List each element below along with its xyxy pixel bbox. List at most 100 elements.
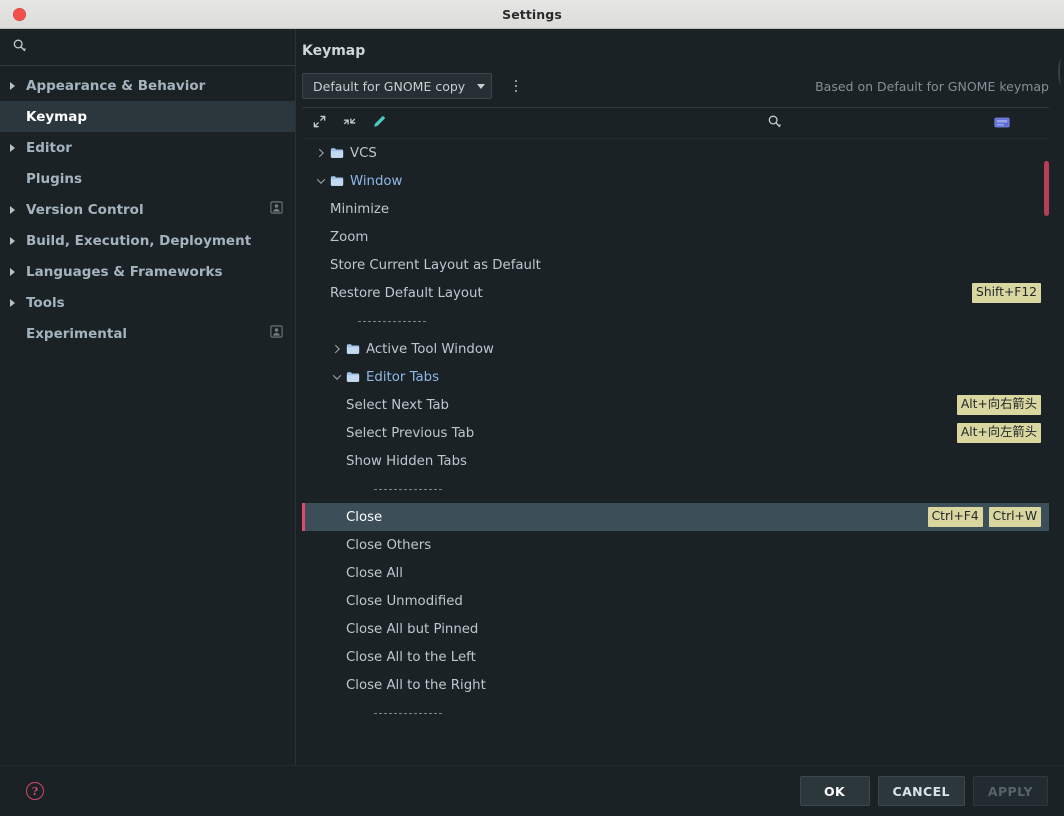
tree-row-close-all-to-the-right[interactable]: Close All to the Right bbox=[302, 671, 1049, 699]
chevron-right-icon[interactable] bbox=[10, 298, 26, 307]
shortcut-badge[interactable]: Alt+向右箭头 bbox=[956, 395, 1041, 415]
tree-row-close-unmodified[interactable]: Close Unmodified bbox=[302, 587, 1049, 615]
help-icon[interactable]: ? bbox=[26, 782, 44, 800]
separator-line bbox=[374, 712, 442, 714]
tree-row-close-all-to-the-left[interactable]: Close All to the Left bbox=[302, 643, 1049, 671]
sidebar-item-label: Plugins bbox=[26, 170, 83, 187]
chevron-right-icon[interactable] bbox=[10, 267, 26, 276]
sidebar-item-plugins[interactable]: Plugins bbox=[0, 163, 295, 194]
sidebar-item-tools[interactable]: Tools bbox=[0, 287, 295, 318]
tree-row-minimize[interactable]: Minimize bbox=[302, 195, 1049, 223]
sidebar-item-experimental[interactable]: Experimental bbox=[0, 318, 295, 349]
chevron-down-icon[interactable] bbox=[330, 371, 344, 380]
chevron-right-icon[interactable] bbox=[330, 344, 344, 354]
chevron-glyph bbox=[315, 148, 324, 158]
keyboard-icon bbox=[994, 114, 1010, 133]
page-title: Keymap bbox=[302, 43, 366, 59]
tree-row-window[interactable]: Window bbox=[302, 167, 1049, 195]
shortcut-badge[interactable]: Ctrl+W bbox=[988, 507, 1041, 527]
shortcut-list: Alt+向左箭头 bbox=[956, 423, 1041, 443]
sidebar-search-row[interactable] bbox=[0, 29, 295, 66]
tree-row-vcs[interactable]: VCS bbox=[302, 139, 1049, 167]
tree-row-store-current-layout-as-default[interactable]: Store Current Layout as Default bbox=[302, 251, 1049, 279]
dialog-body: Appearance & Behavior Keymap Editor Plugins… bbox=[0, 29, 1064, 765]
tree-row-select-previous-tab[interactable]: Select Previous Tab Alt+向左箭头 bbox=[302, 419, 1049, 447]
sidebar-item-keymap[interactable]: Keymap bbox=[0, 101, 295, 132]
chevron-right-icon[interactable] bbox=[10, 205, 26, 214]
tree-action-label: Zoom bbox=[330, 229, 369, 245]
tree-row-editor-tabs[interactable]: Editor Tabs bbox=[302, 363, 1049, 391]
keymap-search-button[interactable] bbox=[761, 110, 787, 136]
tree-row-show-hidden-tabs[interactable]: Show Hidden Tabs bbox=[302, 447, 1049, 475]
triangle-glyph bbox=[10, 81, 15, 90]
tree-row-close[interactable]: Close Ctrl+F4 Ctrl+W bbox=[302, 503, 1049, 531]
triangle-glyph bbox=[10, 298, 15, 307]
find-by-shortcut-button[interactable] bbox=[989, 110, 1015, 136]
tree-row-select-next-tab[interactable]: Select Next Tab Alt+向右箭头 bbox=[302, 391, 1049, 419]
sidebar-item-label: Keymap bbox=[26, 108, 88, 125]
tree-action-label: Close All to the Left bbox=[346, 649, 476, 665]
tree-separator bbox=[302, 699, 1049, 727]
tree-row-zoom[interactable]: Zoom bbox=[302, 223, 1049, 251]
ok-button[interactable]: OK bbox=[799, 776, 870, 806]
shortcut-list: Alt+向右箭头 bbox=[956, 395, 1041, 415]
account-icon bbox=[270, 201, 283, 218]
search-icon bbox=[12, 38, 27, 57]
tree-row-restore-default-layout[interactable]: Restore Default Layout Shift+F12 bbox=[302, 279, 1049, 307]
tree-action-label: Store Current Layout as Default bbox=[330, 257, 541, 273]
shortcut-badge[interactable]: Ctrl+F4 bbox=[927, 507, 983, 527]
account-icon bbox=[270, 325, 283, 342]
sidebar-item-appearance-behavior[interactable]: Appearance & Behavior bbox=[0, 70, 295, 101]
apply-button: APPLY bbox=[972, 776, 1048, 806]
search-input[interactable] bbox=[35, 39, 285, 55]
folder-icon bbox=[346, 343, 360, 355]
chevron-down-icon[interactable] bbox=[314, 175, 328, 184]
dialog-footer: ? OK CANCEL APPLY bbox=[0, 765, 1064, 816]
tree-folder-label: Window bbox=[350, 173, 403, 189]
sidebar-item-label: Version Control bbox=[26, 201, 144, 218]
folder-icon bbox=[346, 371, 360, 383]
cancel-button[interactable]: CANCEL bbox=[877, 776, 965, 806]
chevron-down-icon bbox=[477, 83, 485, 89]
collapse-all-button[interactable] bbox=[336, 110, 362, 136]
titlebar: Settings bbox=[0, 0, 1064, 29]
sidebar-item-editor[interactable]: Editor bbox=[0, 132, 295, 163]
keymap-tree[interactable]: VCS Window Minimize Zoom Store Current Layou… bbox=[302, 139, 1049, 765]
keymap-select[interactable]: Default for GNOME copy bbox=[302, 73, 492, 99]
tree-action-label: Select Next Tab bbox=[346, 397, 449, 413]
sidebar-item-languages-frameworks[interactable]: Languages & Frameworks bbox=[0, 256, 295, 287]
triangle-glyph bbox=[10, 143, 15, 152]
tree-folder-label: Editor Tabs bbox=[366, 369, 440, 385]
chevron-right-icon[interactable] bbox=[10, 236, 26, 245]
tree-row-close-others[interactable]: Close Others bbox=[302, 531, 1049, 559]
folder-icon bbox=[330, 147, 344, 159]
tree-separator bbox=[302, 307, 1049, 335]
expand-all-button[interactable] bbox=[306, 110, 332, 136]
triangle-glyph bbox=[10, 236, 15, 245]
keymap-tree-container: VCS Window Minimize Zoom Store Current Layou… bbox=[302, 138, 1049, 765]
tree-row-close-all-but-pinned[interactable]: Close All but Pinned bbox=[302, 615, 1049, 643]
dialog-scrollbar[interactable] bbox=[1058, 59, 1064, 85]
shortcut-badge[interactable]: Shift+F12 bbox=[972, 283, 1041, 303]
tree-row-close-all[interactable]: Close All bbox=[302, 559, 1049, 587]
settings-category-list: Appearance & Behavior Keymap Editor Plugins… bbox=[0, 66, 295, 349]
expand-all-icon bbox=[312, 114, 327, 133]
tree-action-label: Close bbox=[346, 509, 383, 525]
tree-folder-label: VCS bbox=[350, 145, 377, 161]
edit-shortcut-button[interactable] bbox=[366, 110, 392, 136]
shortcut-badge[interactable]: Alt+向左箭头 bbox=[956, 423, 1041, 443]
sidebar-item-label: Appearance & Behavior bbox=[26, 77, 206, 94]
chevron-right-icon[interactable] bbox=[314, 148, 328, 158]
tree-scrollbar[interactable] bbox=[1044, 139, 1049, 765]
kebab-dot bbox=[514, 89, 518, 93]
chevron-glyph bbox=[332, 371, 342, 380]
tree-row-active-tool-window[interactable]: Active Tool Window bbox=[302, 335, 1049, 363]
chevron-right-icon[interactable] bbox=[10, 143, 26, 152]
tree-scrollbar-thumb[interactable] bbox=[1044, 161, 1049, 216]
keymap-more-options-button[interactable] bbox=[504, 73, 528, 99]
sidebar-item-build-execution-deployment[interactable]: Build, Execution, Deployment bbox=[0, 225, 295, 256]
chevron-right-icon[interactable] bbox=[10, 81, 26, 90]
sidebar-item-version-control[interactable]: Version Control bbox=[0, 194, 295, 225]
tree-action-label: Close All to the Right bbox=[346, 677, 486, 693]
sidebar-item-label: Languages & Frameworks bbox=[26, 263, 223, 280]
